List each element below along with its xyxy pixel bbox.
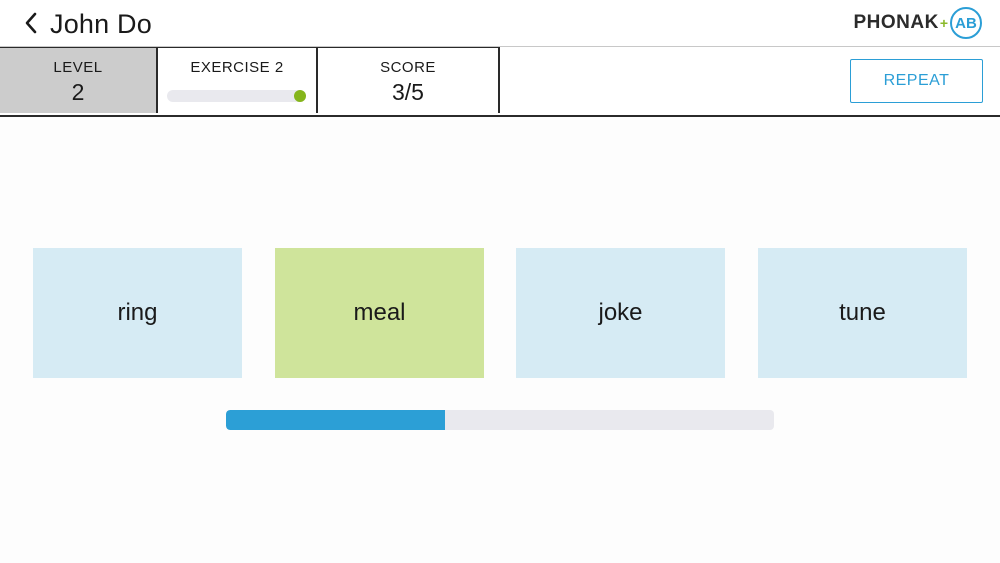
- phonak-ab-logo: PHONAK + AB: [853, 5, 982, 41]
- audio-progress-fill: [226, 410, 446, 430]
- exercise-progress-track: [167, 90, 306, 102]
- repeat-button[interactable]: REPEAT: [850, 59, 983, 103]
- back-button[interactable]: [14, 6, 48, 40]
- chevron-left-icon: [25, 12, 37, 34]
- choice-word: tune: [839, 299, 886, 326]
- logo-wordmark: PHONAK: [853, 12, 939, 33]
- level-label: LEVEL: [53, 59, 103, 76]
- top-navigation-bar: John Do PHONAK + AB: [0, 0, 1000, 47]
- choice-word: joke: [598, 299, 643, 326]
- choice-card-4[interactable]: tune: [758, 248, 967, 378]
- score-indicator: SCORE 3/5: [318, 47, 500, 113]
- score-label: SCORE: [380, 59, 436, 76]
- level-value: 2: [71, 79, 85, 105]
- choice-word: ring: [117, 299, 158, 326]
- choice-word: meal: [353, 299, 406, 326]
- exercise-progress-dot: [294, 90, 306, 102]
- logo-badge: AB: [950, 7, 982, 39]
- score-value: 3/5: [392, 79, 424, 105]
- exercise-indicator: EXERCISE 2: [158, 47, 318, 113]
- audio-progress-bar: [226, 410, 774, 430]
- level-indicator: LEVEL 2: [0, 47, 158, 113]
- patient-name-title: John Do: [50, 9, 152, 39]
- exercise-label: EXERCISE 2: [190, 59, 284, 76]
- logo-plus: +: [939, 15, 948, 31]
- choice-card-1[interactable]: ring: [33, 248, 242, 378]
- choice-card-2[interactable]: meal: [275, 248, 484, 378]
- choice-card-3[interactable]: joke: [516, 248, 725, 378]
